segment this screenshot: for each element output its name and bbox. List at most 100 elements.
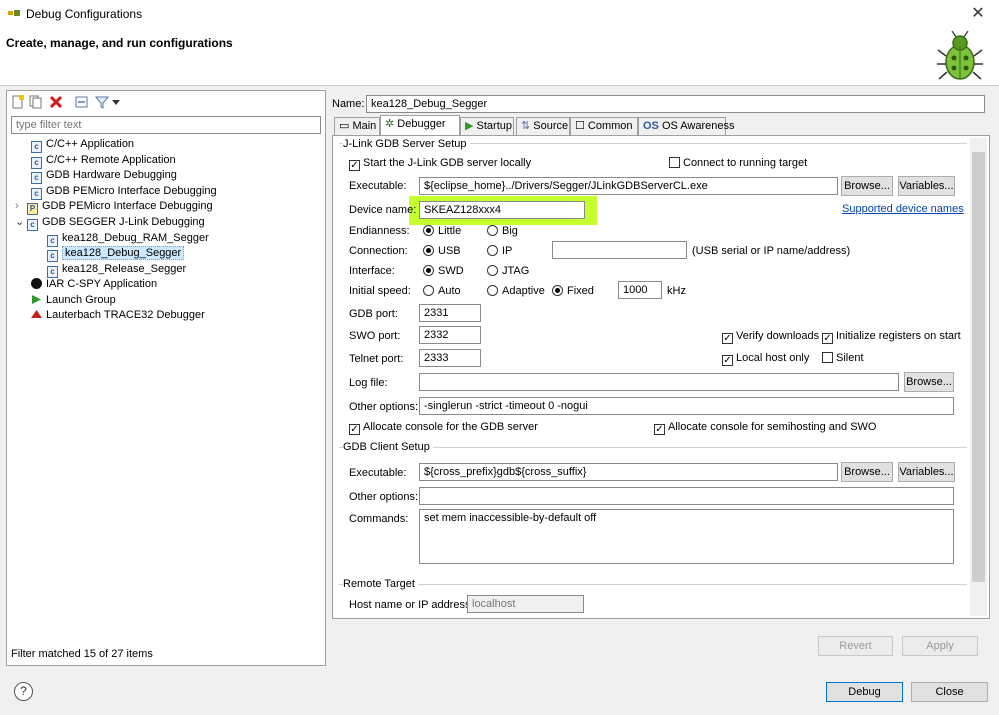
configuration-editor: Name: kea128_Debug_Segger ▭ Main ✲ Debug… <box>330 90 993 666</box>
tab-source[interactable]: ⇅ Source <box>516 117 570 135</box>
chevron-right-icon[interactable]: › <box>15 199 27 214</box>
tree-item-c-remote-application[interactable]: c C/C++ Remote Application <box>31 153 176 169</box>
telnet-port-field[interactable]: 2333 <box>419 349 481 367</box>
name-field[interactable]: kea128_Debug_Segger <box>366 95 985 113</box>
khz-label: kHz <box>667 285 686 297</box>
commands-textarea[interactable]: set mem inaccessible-by-default off <box>419 509 954 564</box>
debug-window-icon <box>8 10 20 16</box>
interface-jtag-radio[interactable]: JTAG <box>487 264 529 278</box>
checkbox-checked-icon: ✓ <box>349 424 360 435</box>
tab-debugger[interactable]: ✲ Debugger <box>380 115 460 136</box>
initial-speed-label: Initial speed: <box>349 285 411 297</box>
filter-icon[interactable] <box>95 95 109 109</box>
tree-item-iar[interactable]: IAR C-SPY Application <box>31 277 157 292</box>
source-tab-icon: ⇅ <box>521 120 534 132</box>
tree-item-kea128-debug-segger[interactable]: c kea128_Debug_Segger <box>47 246 185 262</box>
common-tab-icon: ☐ <box>575 120 588 132</box>
tab-os-awareness[interactable]: OS OS Awareness <box>638 117 735 135</box>
tree-item-gdb-pemicro-1[interactable]: c GDB PEMicro Interface Debugging <box>31 184 217 200</box>
tree-item-launch-group[interactable]: Launch Group <box>31 293 116 308</box>
alloc-gdb-console-checkbox[interactable]: ✓ Allocate console for the GDB server <box>349 420 538 435</box>
start-locally-checkbox[interactable]: ✓ Start the J-Link GDB server locally <box>349 156 531 171</box>
swo-port-field[interactable]: 2332 <box>419 326 481 344</box>
device-name-field[interactable]: SKEAZ128xxx4 <box>419 201 585 219</box>
server-variables-button[interactable]: Variables... <box>898 176 955 196</box>
tree-item-lauterbach[interactable]: Lauterbach TRACE32 Debugger <box>31 308 205 323</box>
debug-button[interactable]: Debug <box>826 682 903 702</box>
speed-adaptive-radio[interactable]: Adaptive <box>487 284 545 298</box>
close-button[interactable]: Close <box>911 682 988 702</box>
revert-button[interactable]: Revert <box>818 636 893 656</box>
chevron-down-icon[interactable] <box>111 95 121 109</box>
speed-auto-radio[interactable]: Auto <box>423 284 461 298</box>
speed-fixed-radio[interactable]: Fixed <box>552 284 594 298</box>
new-config-icon[interactable] <box>11 95 25 109</box>
apply-button[interactable]: Apply <box>902 636 978 656</box>
c-app-icon: c <box>31 141 42 153</box>
endian-big-radio[interactable]: Big <box>487 224 518 238</box>
local-host-checkbox[interactable]: ✓ Local host only <box>722 351 809 366</box>
gdb-port-field[interactable]: 2331 <box>419 304 481 322</box>
client-variables-button[interactable]: Variables... <box>898 462 955 482</box>
log-file-label: Log file: <box>349 377 388 389</box>
client-browse-button[interactable]: Browse... <box>841 462 893 482</box>
connection-ip-radio[interactable]: IP <box>487 244 512 258</box>
delete-config-icon[interactable] <box>49 95 63 109</box>
server-other-options-field[interactable]: -singlerun -strict -timeout 0 -nogui <box>419 397 954 415</box>
startup-tab-icon: ▶ <box>465 120 477 132</box>
server-browse-button[interactable]: Browse... <box>841 176 893 196</box>
close-window-button[interactable]: ✕ <box>967 4 989 24</box>
verify-downloads-checkbox[interactable]: ✓ Verify downloads <box>722 329 819 344</box>
collapse-all-icon[interactable] <box>75 95 89 109</box>
server-executable-field[interactable]: ${eclipse_home}../Drivers/Segger/JLinkGD… <box>419 177 838 195</box>
usb-ip-field[interactable] <box>552 241 687 259</box>
client-other-options-label: Other options: <box>349 491 419 503</box>
radio-unselected-icon <box>487 245 498 256</box>
chevron-down-icon[interactable]: ⌄ <box>15 215 27 230</box>
tab-main[interactable]: ▭ Main <box>334 117 380 135</box>
log-browse-button[interactable]: Browse... <box>904 372 954 392</box>
log-file-field[interactable] <box>419 373 899 391</box>
scrollbar-thumb[interactable] <box>972 152 985 582</box>
server-other-options-label: Other options: <box>349 401 419 413</box>
remote-group-line <box>339 584 967 585</box>
radio-selected-icon <box>552 285 563 296</box>
endian-little-radio[interactable]: Little <box>423 224 461 238</box>
client-other-options-field[interactable] <box>419 487 954 505</box>
device-name-label: Device name: <box>349 204 417 216</box>
trace32-icon <box>31 310 42 318</box>
init-registers-checkbox[interactable]: ✓ Initialize registers on start <box>822 329 961 344</box>
client-executable-label: Executable: <box>349 467 407 479</box>
configuration-tree-pane: cC/C++ Application cC/C++ Remote Applica… <box>6 90 326 666</box>
vertical-scrollbar[interactable] <box>970 138 987 616</box>
connect-running-checkbox[interactable]: Connect to running target <box>669 156 807 170</box>
window-title: Debug Configurations <box>26 7 143 21</box>
checkbox-checked-icon: ✓ <box>722 355 733 366</box>
tree-item-gdb-hardware[interactable]: c GDB Hardware Debugging <box>31 168 177 184</box>
tab-common[interactable]: ☐ Common <box>570 117 638 135</box>
help-icon[interactable]: ? <box>14 682 33 701</box>
launch-icon <box>32 295 41 304</box>
connection-usb-radio[interactable]: USB <box>423 244 461 258</box>
tree-item-kea128-release[interactable]: c kea128_Release_Segger <box>47 262 186 278</box>
tree-item-gdb-pemicro-2[interactable]: › P GDB PEMicro Interface Debugging <box>15 199 213 215</box>
silent-checkbox[interactable]: Silent <box>822 351 864 365</box>
title-bar: Debug Configurations ✕ <box>0 0 999 28</box>
filter-status: Filter matched 15 of 27 items <box>11 648 153 660</box>
supported-devices-link[interactable]: Supported device names <box>842 203 964 215</box>
host-label: Host name or IP address: <box>349 599 474 611</box>
tab-startup[interactable]: ▶ Startup <box>460 117 514 135</box>
checkbox-unchecked-icon <box>669 157 680 168</box>
duplicate-config-icon[interactable] <box>29 95 43 109</box>
radio-selected-icon <box>423 265 434 276</box>
tree-item-segger[interactable]: ⌄ c GDB SEGGER J-Link Debugging <box>15 215 205 231</box>
host-field[interactable]: localhost <box>467 595 584 613</box>
interface-swd-radio[interactable]: SWD <box>423 264 464 278</box>
client-executable-field[interactable]: ${cross_prefix}gdb${cross_suffix} <box>419 463 838 481</box>
tree-item-kea128-debug-ram[interactable]: c kea128_Debug_RAM_Segger <box>47 231 209 247</box>
tree-item-c-application[interactable]: c C/C++ Application <box>31 137 134 153</box>
speed-field[interactable]: 1000 <box>618 281 662 299</box>
filter-input[interactable] <box>11 116 321 134</box>
radio-unselected-icon <box>487 285 498 296</box>
alloc-semihosting-checkbox[interactable]: ✓ Allocate console for semihosting and SW… <box>654 420 877 435</box>
